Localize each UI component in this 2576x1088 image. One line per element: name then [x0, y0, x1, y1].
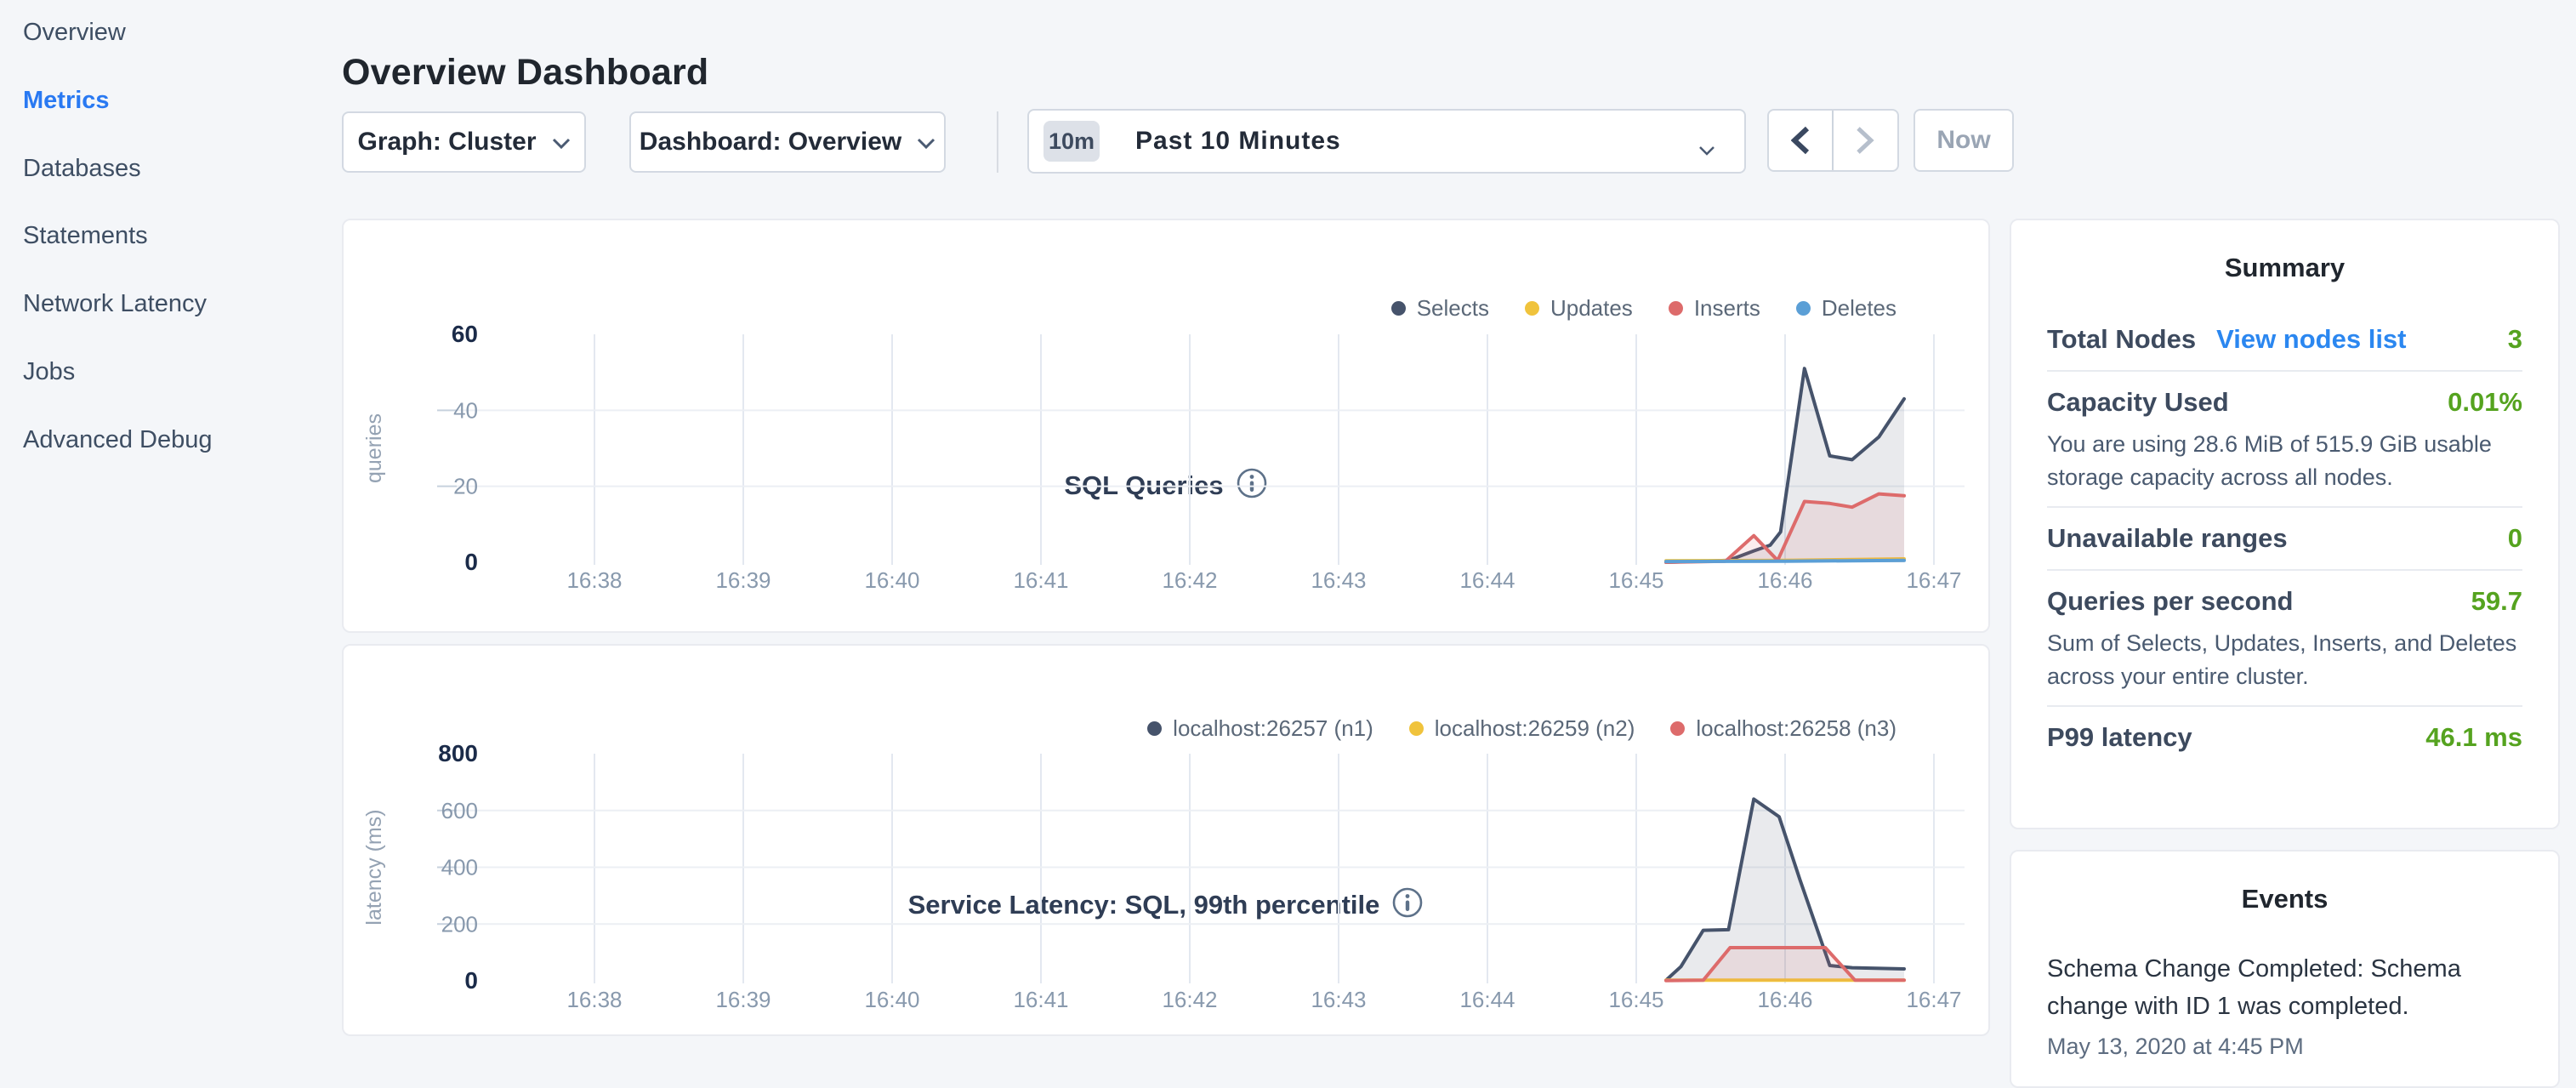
- svg-text:16:39: 16:39: [715, 567, 771, 593]
- summary-row-value: 0.01%: [2448, 387, 2522, 418]
- svg-text:20: 20: [453, 474, 478, 499]
- summary-row: P99 latency 46.1 ms: [2047, 707, 2522, 768]
- graph-scope-dropdown-label: Graph: Cluster: [357, 128, 536, 157]
- summary-row-value: 0: [2508, 523, 2522, 554]
- svg-text:16:47: 16:47: [1906, 987, 1961, 1012]
- time-step-button-group: [1767, 109, 1899, 172]
- svg-text:16:38: 16:38: [566, 567, 622, 593]
- chevron-down-icon: [552, 128, 571, 157]
- svg-text:16:45: 16:45: [1608, 987, 1663, 1012]
- events-list: Schema Change Completed: Schema change w…: [2011, 950, 2558, 1060]
- svg-text:16:46: 16:46: [1757, 567, 1812, 593]
- time-range-dropdown[interactable]: 10m Past 10 Minutes: [1027, 109, 1746, 174]
- time-range-badge: 10m: [1043, 121, 1100, 162]
- svg-text:0: 0: [464, 549, 478, 575]
- time-range-label: Past 10 Minutes: [1135, 127, 1341, 156]
- svg-text:16:42: 16:42: [1162, 987, 1217, 1012]
- svg-text:16:44: 16:44: [1459, 567, 1515, 593]
- sidebar-item-jobs[interactable]: Jobs: [23, 356, 75, 388]
- toolbar-divider: [997, 111, 998, 173]
- summary-row-description: Sum of Selects, Updates, Inserts, and De…: [2047, 627, 2522, 693]
- now-button[interactable]: Now: [1914, 109, 2014, 172]
- summary-row: Capacity Used 0.01% You are using 28.6 MiB…: [2047, 372, 2522, 508]
- event-timestamp: May 13, 2020 at 4:45 PM: [2047, 1034, 2522, 1060]
- sql-queries-chart-plot[interactable]: 16:38 16:39 16:40 16:41 16:42 16:43 16:44 16:45…: [344, 220, 1992, 635]
- summary-row-label: Capacity Used: [2047, 387, 2229, 418]
- svg-text:16:43: 16:43: [1311, 567, 1366, 593]
- service-latency-chart-card: Service Latency: SQL, 99th percentile lo…: [342, 644, 1990, 1036]
- event-message: Schema Change Completed: Schema change w…: [2047, 950, 2522, 1025]
- svg-text:16:46: 16:46: [1757, 987, 1812, 1012]
- sidebar-item-metrics[interactable]: Metrics: [23, 84, 110, 117]
- sidebar: Overview Metrics Databases Statements Networ…: [0, 0, 342, 1051]
- svg-text:16:39: 16:39: [715, 987, 771, 1012]
- sidebar-item-network-latency[interactable]: Network Latency: [23, 288, 207, 320]
- graph-scope-dropdown[interactable]: Graph: Cluster: [342, 111, 586, 173]
- summary-row: Queries per second 59.7 Sum of Selects, Up…: [2047, 571, 2522, 707]
- sidebar-item-statements[interactable]: Statements: [23, 219, 148, 252]
- summary-row-label: Queries per second: [2047, 586, 2293, 617]
- svg-text:16:45: 16:45: [1608, 567, 1663, 593]
- summary-row-value: 46.1 ms: [2425, 722, 2522, 753]
- svg-text:0: 0: [464, 967, 478, 994]
- svg-text:queries: queries: [362, 413, 386, 483]
- svg-text:40: 40: [453, 397, 478, 423]
- svg-text:400: 400: [441, 855, 478, 880]
- summary-row: Total Nodes View nodes list 3: [2047, 309, 2522, 372]
- dashboard-dropdown[interactable]: Dashboard: Overview: [629, 111, 946, 173]
- events-panel-title: Events: [2011, 852, 2558, 914]
- svg-text:16:40: 16:40: [864, 567, 919, 593]
- service-latency-chart-plot[interactable]: 16:38 16:39 16:40 16:41 16:42 16:43 16:44 16:45…: [344, 646, 1992, 1038]
- chevron-right-icon: [1856, 126, 1874, 155]
- svg-text:800: 800: [438, 740, 478, 766]
- svg-text:200: 200: [441, 911, 478, 937]
- svg-text:16:41: 16:41: [1013, 567, 1068, 593]
- svg-text:16:43: 16:43: [1311, 987, 1366, 1012]
- svg-text:16:41: 16:41: [1013, 987, 1068, 1012]
- summary-rows: Total Nodes View nodes list 3 Capacity Used…: [2011, 309, 2558, 768]
- summary-panel-title: Summary: [2011, 220, 2558, 283]
- summary-row-label: Unavailable ranges: [2047, 523, 2288, 554]
- dashboard-dropdown-label: Dashboard: Overview: [640, 128, 901, 157]
- svg-text:16:44: 16:44: [1459, 987, 1515, 1012]
- sidebar-item-databases[interactable]: Databases: [23, 152, 141, 185]
- page-title: Overview Dashboard: [342, 52, 708, 94]
- view-nodes-list-link[interactable]: View nodes list: [2216, 324, 2406, 355]
- svg-text:16:47: 16:47: [1906, 567, 1961, 593]
- svg-text:60: 60: [452, 321, 478, 347]
- events-panel: Events Schema Change Completed: Schema c…: [2010, 850, 2560, 1088]
- summary-panel: Summary Total Nodes View nodes list 3 Capac…: [2010, 219, 2560, 829]
- svg-text:600: 600: [441, 798, 478, 823]
- chevron-left-icon: [1791, 126, 1810, 155]
- chevron-down-icon: [917, 128, 935, 157]
- svg-text:16:40: 16:40: [864, 987, 919, 1012]
- time-step-forward-button[interactable]: [1834, 111, 1898, 170]
- summary-row-description: You are using 28.6 MiB of 515.9 GiB usab…: [2047, 428, 2522, 494]
- chevron-down-icon: [1698, 134, 1715, 163]
- summary-row: Unavailable ranges 0: [2047, 508, 2522, 571]
- svg-text:16:38: 16:38: [566, 987, 622, 1012]
- time-step-back-button[interactable]: [1769, 111, 1834, 170]
- summary-row-label: P99 latency: [2047, 722, 2192, 753]
- sidebar-item-advanced-debug[interactable]: Advanced Debug: [23, 424, 213, 456]
- sidebar-item-overview[interactable]: Overview: [23, 16, 126, 48]
- svg-text:latency (ms): latency (ms): [362, 809, 386, 925]
- summary-row-value: 59.7: [2471, 586, 2522, 617]
- sql-queries-chart-card: SQL Queries SelectsUpdatesInsertsDeletes…: [342, 219, 1990, 633]
- svg-text:16:42: 16:42: [1162, 567, 1217, 593]
- summary-row-value: 3: [2508, 324, 2522, 355]
- summary-row-label: Total Nodes: [2047, 324, 2196, 355]
